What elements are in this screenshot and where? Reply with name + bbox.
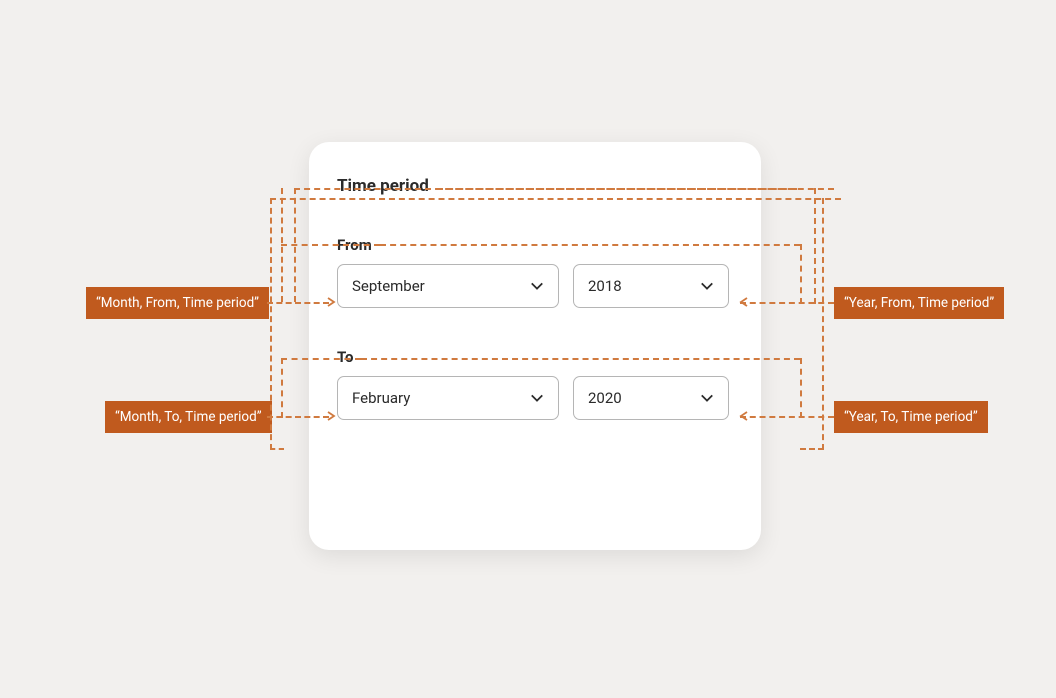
connector [380,244,800,246]
to-month-select[interactable]: February [337,376,559,420]
connector [270,448,284,450]
from-row: September 2018 [337,264,733,308]
to-label: To [337,348,733,366]
connector [267,302,329,304]
arrow-left-icon [738,411,748,421]
from-year-value: 2018 [588,277,622,295]
chevron-down-icon [530,391,544,405]
connector [294,188,296,302]
annotation-month-to: “Month, To, Time period” [105,401,272,433]
connector [270,198,841,200]
connector [281,358,283,418]
connector [740,302,834,304]
arrow-right-icon [327,297,337,307]
connector [800,244,802,304]
chevron-down-icon [700,279,714,293]
to-month-value: February [352,389,410,407]
from-month-select[interactable]: September [337,264,559,308]
to-year-select[interactable]: 2020 [573,376,729,420]
annotation-year-from: “Year, From, Time period” [834,287,1004,319]
chevron-down-icon [700,391,714,405]
connector [361,358,800,360]
from-year-select[interactable]: 2018 [573,264,729,308]
connector [270,198,272,450]
card-title: Time period [337,176,733,196]
connector [437,188,797,190]
from-month-value: September [352,277,425,295]
connector [822,198,824,450]
connector [740,416,834,418]
chevron-down-icon [530,279,544,293]
arrow-right-icon [327,411,337,421]
connector [814,188,816,304]
annotation-year-to: “Year, To, Time period” [834,401,988,433]
connector [800,358,802,418]
connector [281,358,361,360]
arrow-left-icon [738,297,748,307]
annotation-month-from: “Month, From, Time period” [86,287,269,319]
to-row: February 2020 [337,376,733,420]
to-year-value: 2020 [588,389,622,407]
connector [267,416,329,418]
time-period-card: Time period From September 2018 To Febru… [309,142,761,550]
connector [800,448,824,450]
